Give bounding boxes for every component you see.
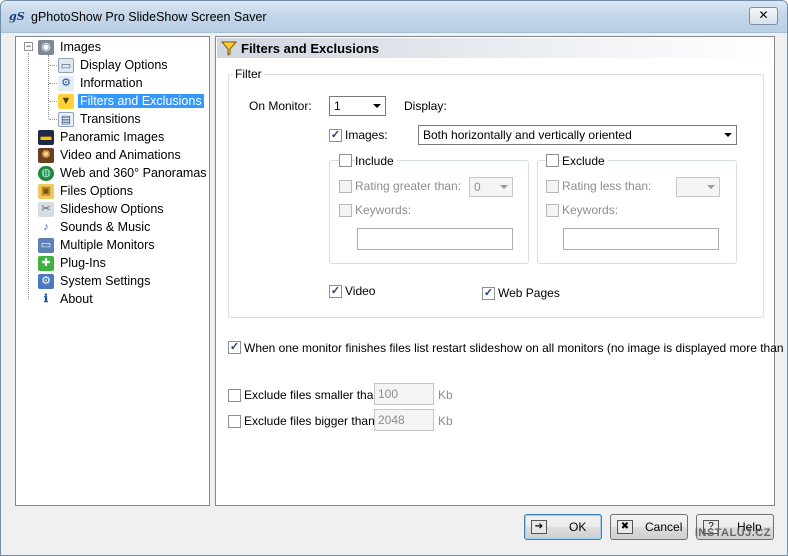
- images-label: Images:: [345, 128, 388, 142]
- folder-icon: ▣: [38, 184, 54, 199]
- ok-button[interactable]: ➔ OK: [524, 514, 602, 540]
- exclude-bigger-label: Exclude files bigger than: [244, 414, 375, 428]
- exclude-smaller-checkbox[interactable]: [228, 389, 241, 402]
- close-button[interactable]: ✕: [749, 7, 778, 25]
- exclude-smaller-label: Exclude files smaller than: [244, 388, 381, 402]
- transitions-icon: ▤: [58, 112, 74, 127]
- monitors-icon: ▭: [38, 238, 54, 253]
- video-checkbox[interactable]: ✓: [329, 285, 342, 298]
- include-keywords-checkbox[interactable]: [339, 204, 352, 217]
- panel-title: Filters and Exclusions: [241, 41, 379, 56]
- tree-connector: [49, 65, 57, 66]
- tree-connector: [28, 53, 29, 299]
- tools-icon: ✂: [38, 202, 54, 217]
- rating-greater-select[interactable]: 0: [469, 177, 513, 197]
- exclude-smaller-input[interactable]: 100: [374, 383, 434, 405]
- video-label: Video: [345, 284, 376, 298]
- tree-connector: [49, 101, 57, 102]
- film-reel-icon: ✺: [38, 148, 54, 163]
- include-keywords-label: Keywords:: [355, 203, 412, 217]
- images-orientation-select[interactable]: Both horizontally and vertically oriente…: [418, 125, 737, 145]
- monitor-icon: ▭: [58, 58, 74, 73]
- rating-greater-label: Rating greater than:: [355, 179, 462, 193]
- filter-group-title: Filter: [233, 67, 264, 81]
- rating-less-checkbox[interactable]: [546, 180, 559, 193]
- restart-all-monitors-checkbox[interactable]: ✓: [228, 341, 241, 354]
- puzzle-icon: ✚: [38, 256, 54, 271]
- chevron-down-icon: [724, 133, 732, 137]
- exclude-checkbox[interactable]: [546, 154, 559, 167]
- exclude-bigger-checkbox[interactable]: [228, 415, 241, 428]
- chevron-down-icon: [707, 185, 715, 189]
- include-label: Include: [355, 154, 397, 168]
- arrow-right-icon: ➔: [531, 520, 547, 534]
- about-icon: ℹ: [43, 293, 49, 305]
- settings-icon: ⚙: [38, 274, 54, 289]
- chevron-down-icon: [500, 185, 508, 189]
- images-checkbox[interactable]: ✓: [329, 129, 342, 142]
- on-monitor-select[interactable]: 1: [329, 96, 386, 116]
- exclude-bigger-input[interactable]: 2048: [374, 409, 434, 431]
- tree-collapse-toggle[interactable]: −: [24, 42, 33, 51]
- camera-icon: ◉: [38, 40, 54, 55]
- cancel-button[interactable]: ✖ Cancel: [610, 514, 688, 540]
- display-label: Display:: [404, 99, 447, 113]
- restart-all-monitors-label: When one monitor finishes files list res…: [244, 341, 788, 355]
- on-monitor-label: On Monitor:: [249, 99, 312, 113]
- film-strip-icon: ▬: [38, 130, 54, 145]
- tree-connector: [49, 83, 57, 84]
- rating-less-label: Rating less than:: [562, 179, 652, 193]
- web-pages-label: Web Pages: [498, 286, 560, 300]
- music-note-icon: ♪: [43, 221, 49, 233]
- globe-icon: ◍: [38, 166, 54, 181]
- filter-funnel-icon: ▼: [58, 94, 74, 109]
- exclude-smaller-unit: Kb: [438, 388, 453, 402]
- rating-greater-checkbox[interactable]: [339, 180, 352, 193]
- exclude-bigger-unit: Kb: [438, 414, 453, 428]
- cross-icon: ✖: [617, 520, 633, 534]
- filter-funnel-icon: [221, 41, 237, 56]
- web-pages-checkbox[interactable]: ✓: [482, 287, 495, 300]
- settings-tree[interactable]: − ◉ Images ▭ Display Options ⚙ Informati…: [15, 36, 210, 506]
- panel-header: Filters and Exclusions: [217, 38, 773, 58]
- exclude-keywords-checkbox[interactable]: [546, 204, 559, 217]
- include-checkbox[interactable]: [339, 154, 352, 167]
- include-keywords-input[interactable]: [357, 228, 513, 250]
- exclude-keywords-input[interactable]: [563, 228, 719, 250]
- rating-less-select[interactable]: [676, 177, 720, 197]
- exclude-keywords-label: Keywords:: [562, 203, 619, 217]
- window-title: gPhotoShow Pro SlideShow Screen Saver: [31, 10, 267, 24]
- info-gear-icon: ⚙: [58, 76, 74, 91]
- settings-panel: Filters and Exclusions Filter On Monitor…: [215, 36, 787, 506]
- chevron-down-icon: [373, 104, 381, 108]
- tree-connector: [49, 119, 57, 120]
- exclude-label: Exclude: [562, 154, 608, 168]
- dialog-window: gS gPhotoShow Pro SlideShow Screen Saver…: [0, 0, 788, 556]
- watermark-logo: INSTALUJ.CZ: [694, 527, 771, 539]
- app-icon: gS: [9, 10, 25, 23]
- title-bar[interactable]: gS gPhotoShow Pro SlideShow Screen Saver…: [1, 1, 787, 33]
